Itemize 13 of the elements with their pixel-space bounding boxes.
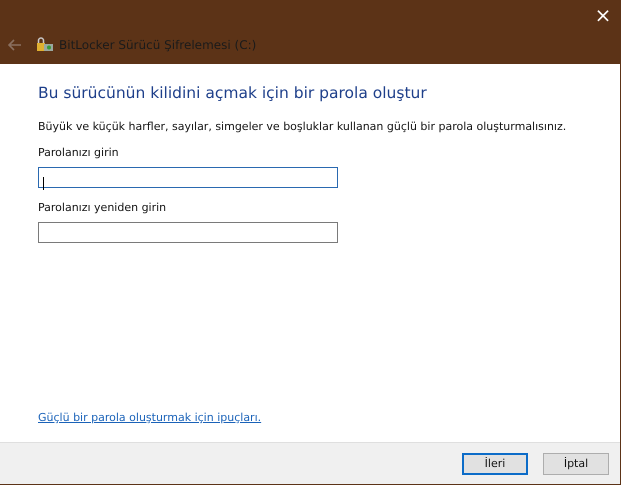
close-button[interactable]: × [586, 0, 620, 30]
password-field[interactable] [38, 167, 338, 188]
description-text: Büyük ve küçük harfler, sayılar, simgeler ve boşluklar kullanan güçlü bir parola oluşturmalısınız. [38, 120, 568, 133]
dialog-button[interactable]: İleri [462, 452, 528, 474]
password-tips-link[interactable]: Güçlü bir parola oluşturmak için ipuçları. [38, 411, 262, 424]
page-heading: Bu sürücünün kilidini açmak için bir parola oluştur [38, 84, 428, 102]
field-label: Parolanızı yeniden girin [38, 201, 166, 214]
back-arrow-icon[interactable] [8, 39, 22, 51]
window-title: BitLocker Sürücü Şifrelemesi (C:) [59, 38, 256, 52]
drive-lock-icon [36, 37, 54, 53]
field-label: Parolanızı girin [38, 146, 119, 159]
password-field[interactable] [38, 222, 338, 243]
dialog-button[interactable]: İptal [543, 452, 609, 474]
